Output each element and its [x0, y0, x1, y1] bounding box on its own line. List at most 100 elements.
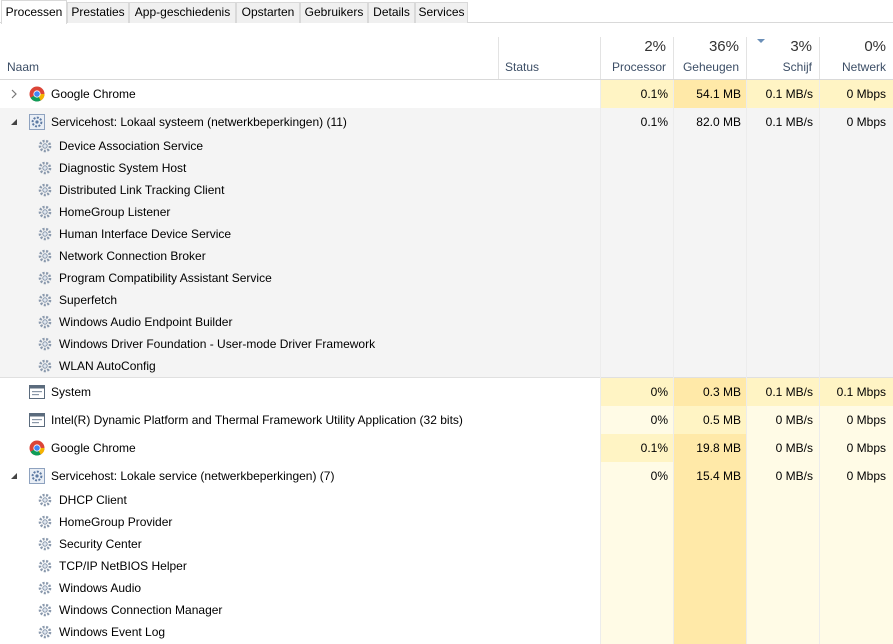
collapse-arrow-icon[interactable]	[9, 471, 19, 481]
column-disk[interactable]: 3% Schijf	[746, 37, 819, 79]
column-name[interactable]: Naam	[0, 37, 498, 79]
service-gear-icon	[38, 293, 52, 307]
process-name: Servicehost: Lokaal systeem (netwerkbepe…	[51, 115, 347, 129]
window-icon	[29, 385, 45, 399]
disk-value: 0.1 MB/s	[765, 385, 813, 399]
service-name: Security Center	[59, 537, 142, 551]
child-service[interactable]: HomeGroup Listener	[0, 201, 600, 223]
network-value: 0.1 Mbps	[836, 385, 886, 399]
service-name: Windows Event Log	[59, 625, 166, 639]
gear-icon	[29, 114, 45, 130]
table-row-group[interactable]: Servicehost: Lokale service (netwerkbepe…	[0, 462, 893, 644]
network-percent: 0%	[864, 38, 886, 55]
tab-opstarten[interactable]: Opstarten	[236, 2, 300, 23]
column-status[interactable]: Status	[498, 37, 600, 79]
memory-value: 82.0 MB	[696, 115, 741, 129]
disk-percent: 3%	[790, 38, 812, 55]
child-service[interactable]: Windows Event Log	[0, 621, 600, 643]
network-value: 0 Mbps	[846, 441, 886, 455]
column-divider	[673, 80, 674, 644]
tab-gebruikers[interactable]: Gebruikers	[300, 2, 368, 23]
column-divider	[746, 80, 747, 644]
tab-details[interactable]: Details	[368, 2, 415, 23]
processor-value: 0%	[650, 385, 668, 399]
network-value: 0 Mbps	[846, 115, 886, 129]
column-processor-label: Processor	[611, 60, 666, 74]
memory-value: 19.8 MB	[696, 441, 741, 455]
service-name: Distributed Link Tracking Client	[59, 183, 225, 197]
memory-value: 15.4 MB	[696, 469, 741, 483]
child-service[interactable]: WLAN AutoConfig	[0, 355, 600, 377]
child-service[interactable]: Windows Audio Endpoint Builder	[0, 311, 600, 333]
child-service[interactable]: Windows Connection Manager	[0, 599, 600, 621]
disk-value: 0 MB/s	[775, 469, 813, 483]
child-service[interactable]: Security Center	[0, 533, 600, 555]
child-service[interactable]: Human Interface Device Service	[0, 223, 600, 245]
table-row[interactable]: Google Chrome 0.1% 19.8 MB 0 MB/s 0 Mbps	[0, 434, 893, 462]
service-gear-icon	[38, 249, 52, 263]
disk-value: 0 MB/s	[775, 413, 813, 427]
table-row[interactable]: System 0% 0.3 MB 0.1 MB/s 0.1 Mbps	[0, 378, 893, 406]
collapse-arrow-icon[interactable]	[9, 117, 19, 127]
service-name: Superfetch	[59, 293, 118, 307]
service-name: Network Connection Broker	[59, 249, 206, 263]
tab-app-geschiedenis[interactable]: App-geschiedenis	[129, 2, 236, 23]
child-service[interactable]: DHCP Client	[0, 489, 600, 511]
child-service[interactable]: Network Connection Broker	[0, 245, 600, 267]
service-name: Windows Audio Endpoint Builder	[59, 315, 233, 329]
child-service[interactable]: Superfetch	[0, 289, 600, 311]
service-name: Windows Connection Manager	[59, 603, 223, 617]
service-name: Human Interface Device Service	[59, 227, 232, 241]
child-service[interactable]: Windows Audio	[0, 577, 600, 599]
child-service[interactable]: HomeGroup Provider	[0, 511, 600, 533]
child-service[interactable]: Program Compatibility Assistant Service	[0, 267, 600, 289]
process-name: System	[51, 385, 92, 399]
tab-prestaties[interactable]: Prestaties	[67, 2, 129, 23]
service-name: DHCP Client	[59, 493, 127, 507]
service-gear-icon	[38, 337, 52, 351]
service-gear-icon	[38, 603, 52, 617]
service-gear-icon	[38, 183, 52, 197]
service-gear-icon	[38, 625, 52, 639]
disk-value: 0.1 MB/s	[765, 87, 813, 101]
column-memory[interactable]: 36% Geheugen	[673, 37, 746, 79]
disk-value: 0 MB/s	[775, 441, 813, 455]
process-name: Google Chrome	[51, 441, 136, 455]
processor-percent: 2%	[644, 38, 666, 55]
service-name: HomeGroup Listener	[59, 205, 171, 219]
service-gear-icon	[38, 161, 52, 175]
column-network[interactable]: 0% Netwerk	[819, 37, 893, 79]
service-gear-icon	[38, 537, 52, 551]
tab-services[interactable]: Services	[415, 2, 468, 23]
process-name: Servicehost: Lokale service (netwerkbepe…	[51, 469, 335, 483]
expand-arrow-icon[interactable]	[9, 89, 19, 99]
memory-value: 0.3 MB	[702, 385, 741, 399]
column-status-label: Status	[505, 60, 540, 74]
network-value: 0 Mbps	[846, 413, 886, 427]
memory-value: 54.1 MB	[696, 87, 741, 101]
child-service[interactable]: Windows Driver Foundation - User-mode Dr…	[0, 333, 600, 355]
processor-value: 0%	[650, 413, 668, 427]
child-service[interactable]: Device Association Service	[0, 135, 600, 157]
child-service[interactable]: Distributed Link Tracking Client	[0, 179, 600, 201]
chrome-icon	[29, 440, 45, 456]
column-processor[interactable]: 2% Processor	[600, 37, 673, 79]
service-gear-icon	[38, 559, 52, 573]
service-gear-icon	[38, 581, 52, 595]
service-gear-icon	[38, 271, 52, 285]
table-row-group[interactable]: Servicehost: Lokaal systeem (netwerkbepe…	[0, 108, 893, 378]
tab-processen[interactable]: Processen	[1, 0, 67, 24]
table-row[interactable]: Google Chrome 0.1% 54.1 MB 0.1 MB/s 0 Mb…	[0, 80, 893, 108]
service-name: WLAN AutoConfig	[59, 359, 156, 373]
process-name: Intel(R) Dynamic Platform and Thermal Fr…	[51, 413, 463, 427]
column-name-label: Naam	[7, 60, 40, 74]
column-memory-label: Geheugen	[682, 60, 739, 74]
table-row[interactable]: Intel(R) Dynamic Platform and Thermal Fr…	[0, 406, 893, 434]
window-icon	[29, 413, 45, 427]
child-service[interactable]: Diagnostic System Host	[0, 157, 600, 179]
service-gear-icon	[38, 359, 52, 373]
child-service[interactable]: TCP/IP NetBIOS Helper	[0, 555, 600, 577]
service-gear-icon	[38, 205, 52, 219]
disk-value: 0.1 MB/s	[765, 115, 813, 129]
memory-value: 0.5 MB	[702, 413, 741, 427]
